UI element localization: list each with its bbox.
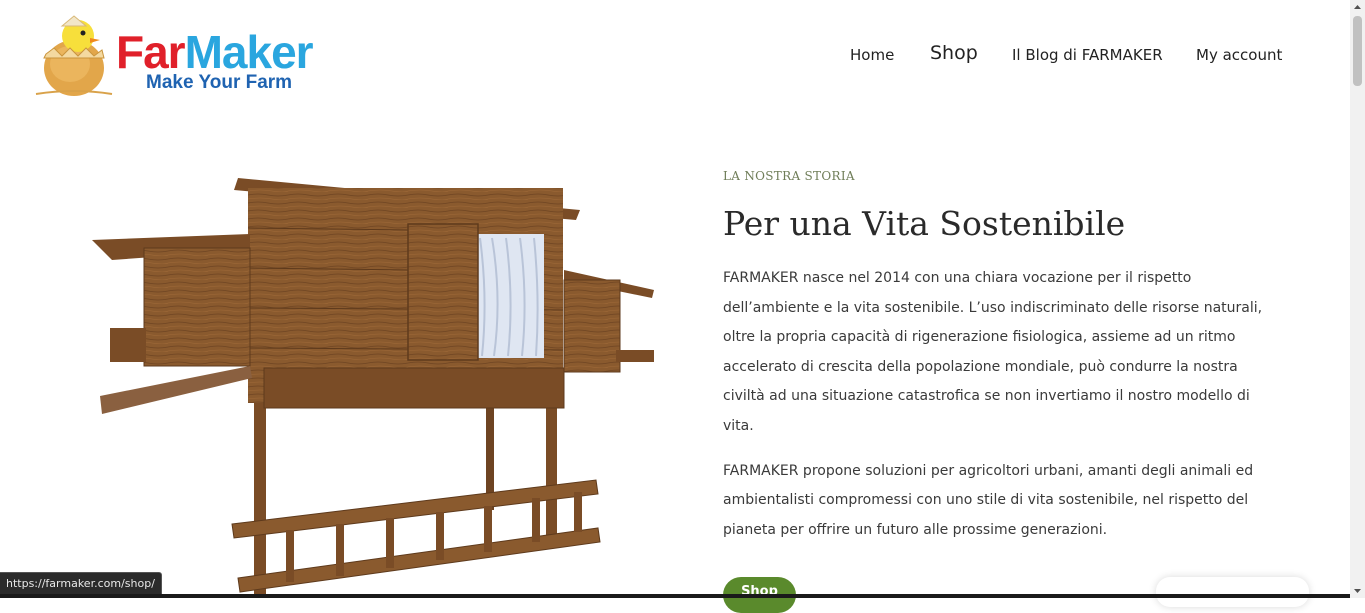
arrow-down-icon[interactable] (1350, 583, 1365, 598)
logo-brand-far: Far (116, 26, 186, 78)
bottom-edge (0, 594, 1350, 598)
site-header: FarMaker Make Your Farm Home Shop Il Blo… (0, 0, 1350, 115)
site-logo[interactable]: FarMaker Make Your Farm (34, 14, 344, 100)
chat-widget[interactable] (1156, 577, 1309, 607)
story-paragraph-2: FARMAKER propone soluzioni per agricolto… (723, 462, 1254, 538)
story-section: LA NOSTRA STORIA Per una Vita Sostenibil… (723, 160, 1283, 545)
scrollbar-thumb[interactable] (1353, 16, 1362, 86)
logo-brand-maker: Maker (184, 26, 314, 78)
section-eyebrow: LA NOSTRA STORIA (723, 169, 855, 183)
section-title: Per una Vita Sostenibile (723, 204, 1126, 243)
nav-blog-link[interactable]: Il Blog di FARMAKER (1012, 44, 1163, 66)
logo-brand: FarMaker (116, 26, 314, 78)
nav-account-link[interactable]: My account (1196, 44, 1282, 66)
logo-tagline: Make Your Farm (146, 72, 293, 93)
status-bar-url: https://farmaker.com/shop/ (0, 572, 162, 595)
story-paragraph-1: FARMAKER nasce nel 2014 con una chiara v… (723, 270, 1263, 434)
chick-in-egg-icon (35, 15, 113, 96)
page-scrollbar[interactable] (1350, 0, 1365, 598)
arrow-up-icon[interactable] (1350, 0, 1365, 15)
chicken-coop-image (92, 178, 654, 598)
nav-home-link[interactable]: Home (850, 44, 894, 66)
logo-text: FarMaker Make Your Farm (116, 26, 314, 93)
nav-shop-link[interactable]: Shop (930, 42, 978, 64)
